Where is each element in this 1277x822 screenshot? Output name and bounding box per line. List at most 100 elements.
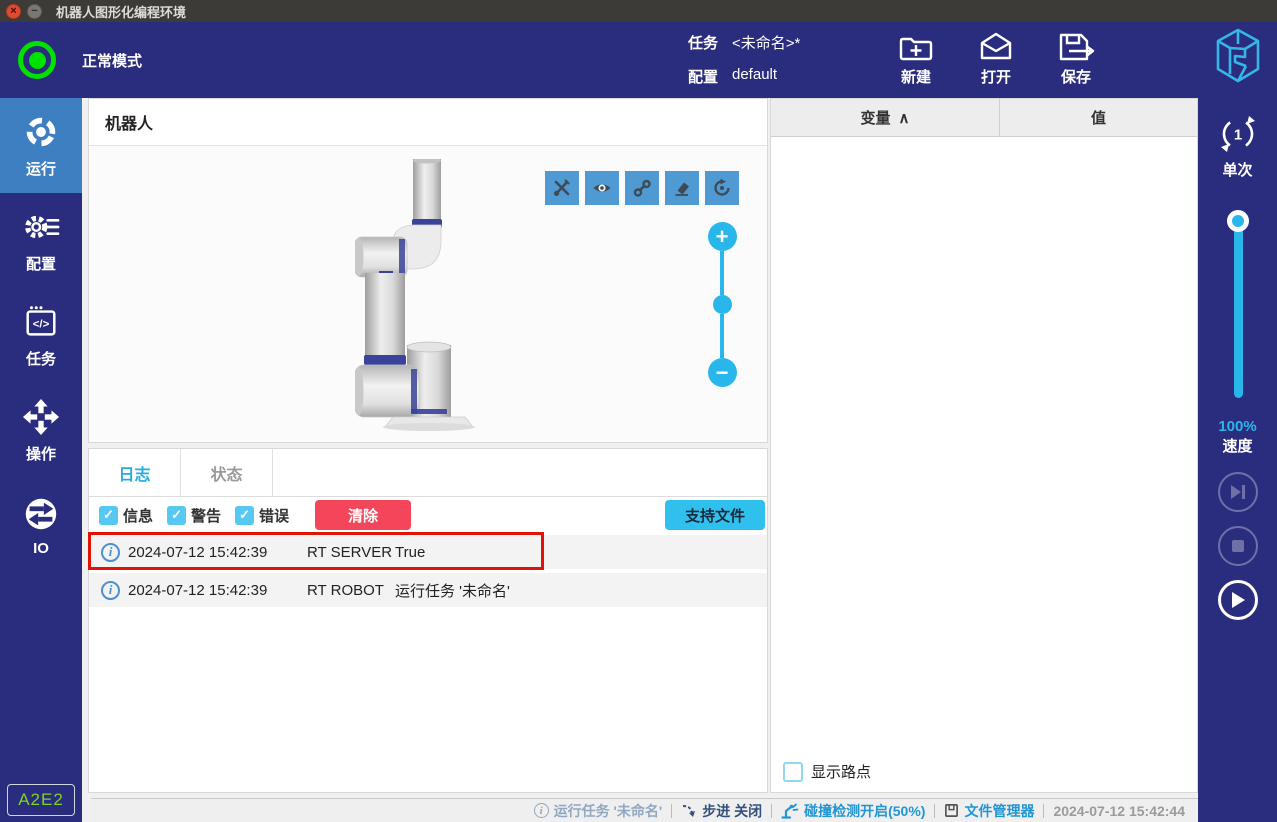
speed-slider-handle[interactable]	[1226, 210, 1249, 232]
mode-indicator: 正常模式	[18, 41, 142, 79]
save-task-button[interactable]: 保存	[1044, 30, 1108, 87]
window-close-button[interactable]: ×	[6, 3, 21, 19]
statusbar-step-mode[interactable]: 步进 关闭	[681, 801, 762, 821]
app-header: 正常模式 任务 <未命名>* 配置 default 新建 打开 保存	[0, 22, 1277, 98]
filter-warning-checkbox[interactable]: ✓ 警告	[167, 505, 221, 526]
visibility-button[interactable]	[585, 171, 619, 205]
speed-slider[interactable]	[1226, 210, 1249, 402]
config-value: default	[732, 66, 778, 83]
statusbar-collision-detection[interactable]: 碰撞检测开启(50%)	[781, 801, 925, 821]
eraser-icon	[675, 182, 689, 196]
log-filter-row: ✓ 信息 ✓ 警告 ✓ 错误 清除 支持文件	[89, 497, 767, 533]
robot-panel-title: 机器人	[89, 99, 767, 146]
sidebar-item-config[interactable]: 配置	[0, 193, 82, 288]
checkbox-checked-icon: ✓	[99, 505, 118, 525]
show-waypoints-checkbox[interactable]: 显示路点	[783, 761, 871, 782]
status-bar: i 运行任务 '未命名' 步进 关闭 碰撞检测开启(50%) 文件管理器 202…	[91, 798, 1198, 822]
log-panel: 日志 状态 ✓ 信息 ✓ 警告 ✓ 错误 清除 支持文件 i 2024-07-1…	[88, 448, 768, 793]
sidebar-item-io[interactable]: IO	[0, 478, 82, 573]
robot-3d-view[interactable]: + −	[89, 146, 767, 442]
right-sidebar: 1 单次 100% 速度	[1198, 98, 1277, 822]
statusbar-timestamp: 2024-07-12 15:42:44	[1053, 802, 1185, 819]
config-label: 配置	[688, 69, 719, 86]
view-zoom-control: + −	[707, 222, 737, 387]
support-files-button[interactable]: 支持文件	[665, 500, 765, 530]
file-manager-icon	[945, 804, 959, 817]
mode-status-icon	[18, 41, 56, 79]
clear-log-button[interactable]: 清除	[315, 500, 412, 530]
sort-asc-icon: ∧	[898, 109, 910, 127]
svg-text:1: 1	[1233, 127, 1241, 144]
task-config-block: 任务 <未命名>* 配置 default	[688, 32, 800, 100]
loop-once-icon[interactable]: 1	[1215, 111, 1261, 157]
tab-status[interactable]: 状态	[181, 449, 273, 496]
log-row[interactable]: i 2024-07-12 15:42:39 RT ROBOT 运行任务 '未命名…	[89, 573, 767, 607]
window-minimize-button[interactable]: −	[27, 3, 42, 19]
log-list: i 2024-07-12 15:42:39 RT SERVER True i 2…	[88, 532, 767, 792]
zoom-out-button[interactable]: −	[707, 358, 737, 387]
checkbox-checked-icon: ✓	[235, 505, 255, 525]
new-folder-icon	[899, 37, 933, 61]
variables-table-header: 变量 ∧ 值	[771, 99, 1197, 137]
play-icon	[1231, 592, 1245, 608]
speed-label: 速度	[1222, 438, 1253, 455]
column-header-variable[interactable]: 变量 ∧	[771, 99, 1000, 136]
sidebar-item-operate[interactable]: 操作	[0, 383, 82, 478]
gear-icon	[25, 215, 60, 238]
sidebar-item-task[interactable]: </> 任务	[0, 288, 82, 383]
robot-panel: 机器人 + −	[88, 98, 768, 443]
zoom-slider-handle[interactable]	[712, 295, 732, 314]
io-exchange-icon	[25, 498, 57, 529]
version-badge: A2E2	[7, 784, 75, 816]
reset-view-icon	[714, 178, 730, 196]
speed-value: 100%	[1218, 418, 1257, 435]
reset-view-button[interactable]	[705, 171, 739, 205]
step-forward-button[interactable]	[1217, 472, 1258, 512]
info-icon: i	[101, 542, 120, 562]
tab-log[interactable]: 日志	[89, 449, 181, 496]
info-icon: i	[101, 580, 120, 600]
visibility-eye-icon	[593, 184, 611, 192]
open-envelope-icon	[980, 32, 1012, 60]
brand-cube-logo	[1216, 28, 1260, 83]
new-task-button[interactable]: 新建	[884, 30, 948, 87]
eraser-button[interactable]	[665, 171, 699, 205]
move-arrows-icon	[22, 398, 60, 435]
open-task-button[interactable]: 打开	[964, 30, 1028, 87]
task-label: 任务	[688, 35, 719, 52]
stop-icon	[1231, 540, 1244, 552]
variables-panel: 变量 ∧ 值 显示路点	[770, 98, 1198, 793]
tools-icon	[554, 179, 570, 196]
checkbox-unchecked-icon	[783, 761, 803, 782]
column-header-value[interactable]: 值	[1000, 99, 1197, 136]
zoom-in-button[interactable]: +	[707, 222, 737, 251]
statusbar-running-task[interactable]: i 运行任务 '未命名'	[533, 801, 662, 821]
code-window-icon: </>	[26, 305, 56, 336]
filter-info-checkbox[interactable]: ✓ 信息	[99, 505, 153, 526]
loop-mode-label: 单次	[1222, 162, 1253, 179]
window-titlebar: × − 机器人图形化编程环境	[0, 0, 1277, 22]
window-title: 机器人图形化编程环境	[56, 4, 187, 20]
play-button[interactable]	[1217, 580, 1258, 620]
sidebar-item-run[interactable]: 运行	[0, 98, 82, 193]
log-tabbar: 日志 状态	[89, 449, 767, 497]
tools-button[interactable]	[545, 171, 579, 205]
robot-arm-model	[355, 159, 475, 431]
filter-error-checkbox[interactable]: ✓ 错误	[235, 505, 289, 526]
task-value: <未命名>*	[732, 35, 801, 52]
checkbox-checked-icon: ✓	[167, 505, 187, 525]
path-spline-icon	[633, 179, 651, 197]
log-row[interactable]: i 2024-07-12 15:42:39 RT SERVER True	[88, 532, 767, 570]
run-target-icon	[26, 117, 56, 146]
skip-next-icon	[1230, 485, 1245, 499]
left-sidebar: 运行 配置 </> 任务 操作 IO A2E2	[0, 98, 82, 822]
path-button[interactable]	[625, 171, 659, 205]
collision-icon	[781, 803, 799, 819]
mode-label: 正常模式	[82, 52, 143, 70]
step-arrow-icon	[683, 804, 696, 817]
statusbar-file-manager[interactable]: 文件管理器	[944, 801, 1034, 821]
info-icon: i	[533, 803, 549, 818]
svg-text:</>: </>	[33, 318, 50, 330]
view-toolbar	[545, 171, 739, 205]
stop-button[interactable]	[1217, 526, 1258, 566]
